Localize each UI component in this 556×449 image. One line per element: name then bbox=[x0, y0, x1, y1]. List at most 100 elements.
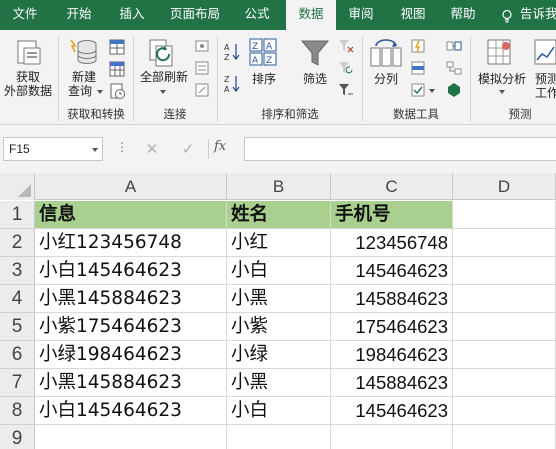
header-cell[interactable] bbox=[453, 201, 556, 229]
formula-bar: F15 ⋮ ✕ ✓ fx bbox=[0, 125, 556, 173]
table-cell[interactable]: 小黑 bbox=[227, 285, 331, 313]
row-header[interactable]: 4 bbox=[0, 285, 35, 313]
row-header[interactable]: 2 bbox=[0, 229, 35, 257]
tab-view[interactable]: 视图 bbox=[390, 0, 436, 30]
table-cell[interactable] bbox=[453, 341, 556, 369]
row-header[interactable]: 8 bbox=[0, 397, 35, 425]
table-cell[interactable]: 198464623 bbox=[331, 341, 453, 369]
flash-fill-icon[interactable] bbox=[410, 38, 426, 54]
database-icon bbox=[70, 39, 97, 64]
chevron-down-icon bbox=[160, 90, 166, 94]
table-cell[interactable]: 小绿 bbox=[227, 341, 331, 369]
reapply-icon[interactable] bbox=[338, 60, 354, 76]
header-cell[interactable]: 信息 bbox=[35, 201, 227, 229]
formula-input[interactable] bbox=[244, 137, 556, 161]
data-validation-icon[interactable] bbox=[410, 82, 426, 98]
properties-icon[interactable] bbox=[194, 60, 210, 76]
tab-review[interactable]: 审阅 bbox=[338, 0, 384, 30]
table-cell[interactable]: 175464623 bbox=[331, 313, 453, 341]
column-header-a[interactable]: A bbox=[35, 173, 227, 200]
table-cell[interactable] bbox=[331, 425, 453, 449]
column-header-d[interactable]: D bbox=[453, 173, 556, 200]
row-header[interactable]: 1 bbox=[0, 201, 35, 229]
table-cell[interactable] bbox=[35, 425, 227, 449]
table-cell[interactable] bbox=[453, 257, 556, 285]
divider bbox=[470, 36, 471, 122]
select-all-button[interactable] bbox=[0, 173, 35, 200]
from-table-icon[interactable] bbox=[108, 60, 126, 78]
what-if-icon bbox=[487, 39, 511, 65]
consolidate-icon[interactable] bbox=[446, 38, 462, 54]
sort-label: 排序 bbox=[251, 72, 276, 86]
table-cell[interactable]: 小白 bbox=[227, 397, 331, 425]
table-cell[interactable]: 小紫 bbox=[227, 313, 331, 341]
chevron-down-icon bbox=[92, 148, 98, 152]
table-cell[interactable]: 145464623 bbox=[331, 257, 453, 285]
divider bbox=[217, 36, 218, 122]
table-cell[interactable]: 小红123456748 bbox=[35, 229, 227, 257]
remove-duplicates-icon[interactable] bbox=[410, 60, 426, 76]
chevron-down-icon bbox=[429, 89, 435, 93]
text-to-columns-label: 分列 bbox=[373, 72, 398, 86]
row-header[interactable]: 3 bbox=[0, 257, 35, 285]
text-to-columns-icon bbox=[370, 39, 402, 67]
tab-insert[interactable]: 插入 bbox=[108, 0, 156, 30]
tab-home[interactable]: 开始 bbox=[54, 0, 104, 30]
table-cell[interactable] bbox=[453, 285, 556, 313]
insert-function-button[interactable]: fx bbox=[214, 139, 226, 154]
row-header[interactable]: 9 bbox=[0, 425, 35, 449]
header-cell[interactable]: 手机号 bbox=[331, 201, 453, 229]
table-cell[interactable]: 小黑145884623 bbox=[35, 369, 227, 397]
ribbon-tab-bar: 文件 开始 插入 页面布局 公式 数据 审阅 视图 帮助 告诉我 bbox=[0, 0, 556, 30]
table-cell[interactable] bbox=[453, 369, 556, 397]
table-cell[interactable]: 小红 bbox=[227, 229, 331, 257]
row-header[interactable]: 6 bbox=[0, 341, 35, 369]
column-header-c[interactable]: C bbox=[331, 173, 453, 200]
filter-label: 筛选 bbox=[302, 72, 327, 86]
table-cell[interactable]: 小黑 bbox=[227, 369, 331, 397]
table-cell[interactable]: 123456748 bbox=[331, 229, 453, 257]
tab-page-layout[interactable]: 页面布局 bbox=[162, 0, 228, 30]
table-cell[interactable] bbox=[453, 229, 556, 257]
svg-text:Z: Z bbox=[266, 56, 272, 66]
recent-sources-icon[interactable] bbox=[108, 82, 126, 100]
tab-data[interactable]: 数据 bbox=[286, 0, 336, 30]
data-model-icon[interactable] bbox=[446, 82, 462, 98]
sort-descending-icon[interactable]: Z A bbox=[224, 74, 240, 94]
edit-links-icon[interactable] bbox=[194, 82, 210, 98]
group-label-forecast: 预测 bbox=[508, 107, 532, 121]
table-cell[interactable]: 145884623 bbox=[331, 285, 453, 313]
formula-bar-grip[interactable]: ⋮ bbox=[116, 140, 128, 154]
tab-file[interactable]: 文件 bbox=[0, 0, 50, 30]
table-cell[interactable]: 145884623 bbox=[331, 369, 453, 397]
relationships-icon[interactable] bbox=[446, 60, 462, 76]
cancel-formula-icon[interactable]: ✕ bbox=[142, 137, 162, 161]
column-header-b[interactable]: B bbox=[227, 173, 331, 200]
group-label-data-tools: 数据工具 bbox=[393, 107, 439, 121]
table-cell[interactable] bbox=[227, 425, 331, 449]
table-cell[interactable]: 145464623 bbox=[331, 397, 453, 425]
tab-formulas[interactable]: 公式 bbox=[234, 0, 280, 30]
table-cell[interactable]: 小白145464623 bbox=[35, 397, 227, 425]
name-box[interactable]: F15 bbox=[3, 137, 103, 161]
header-cell[interactable]: 姓名 bbox=[227, 201, 331, 229]
show-queries-icon[interactable] bbox=[108, 38, 126, 56]
table-cell[interactable]: 小绿198464623 bbox=[35, 341, 227, 369]
table-cell[interactable]: 小白 bbox=[227, 257, 331, 285]
worksheet-grid: A B C D 1 信息 姓名 手机号 2 小红123456748 小红 123456748 3… bbox=[0, 173, 556, 449]
table-cell[interactable]: 小黑145884623 bbox=[35, 285, 227, 313]
table-cell[interactable]: 小紫175464623 bbox=[35, 313, 227, 341]
svg-text:A: A bbox=[224, 85, 230, 94]
table-cell[interactable] bbox=[453, 425, 556, 449]
table-cell[interactable]: 小白145464623 bbox=[35, 257, 227, 285]
tab-help[interactable]: 帮助 bbox=[440, 0, 486, 30]
advanced-filter-icon[interactable] bbox=[338, 82, 354, 98]
clear-filter-icon[interactable] bbox=[338, 38, 354, 54]
row-header[interactable]: 5 bbox=[0, 313, 35, 341]
enter-formula-icon[interactable]: ✓ bbox=[178, 137, 198, 161]
connections-icon[interactable] bbox=[194, 38, 210, 54]
table-cell[interactable] bbox=[453, 313, 556, 341]
row-header[interactable]: 7 bbox=[0, 369, 35, 397]
table-cell[interactable] bbox=[453, 397, 556, 425]
sort-ascending-icon[interactable]: A Z bbox=[224, 42, 240, 62]
